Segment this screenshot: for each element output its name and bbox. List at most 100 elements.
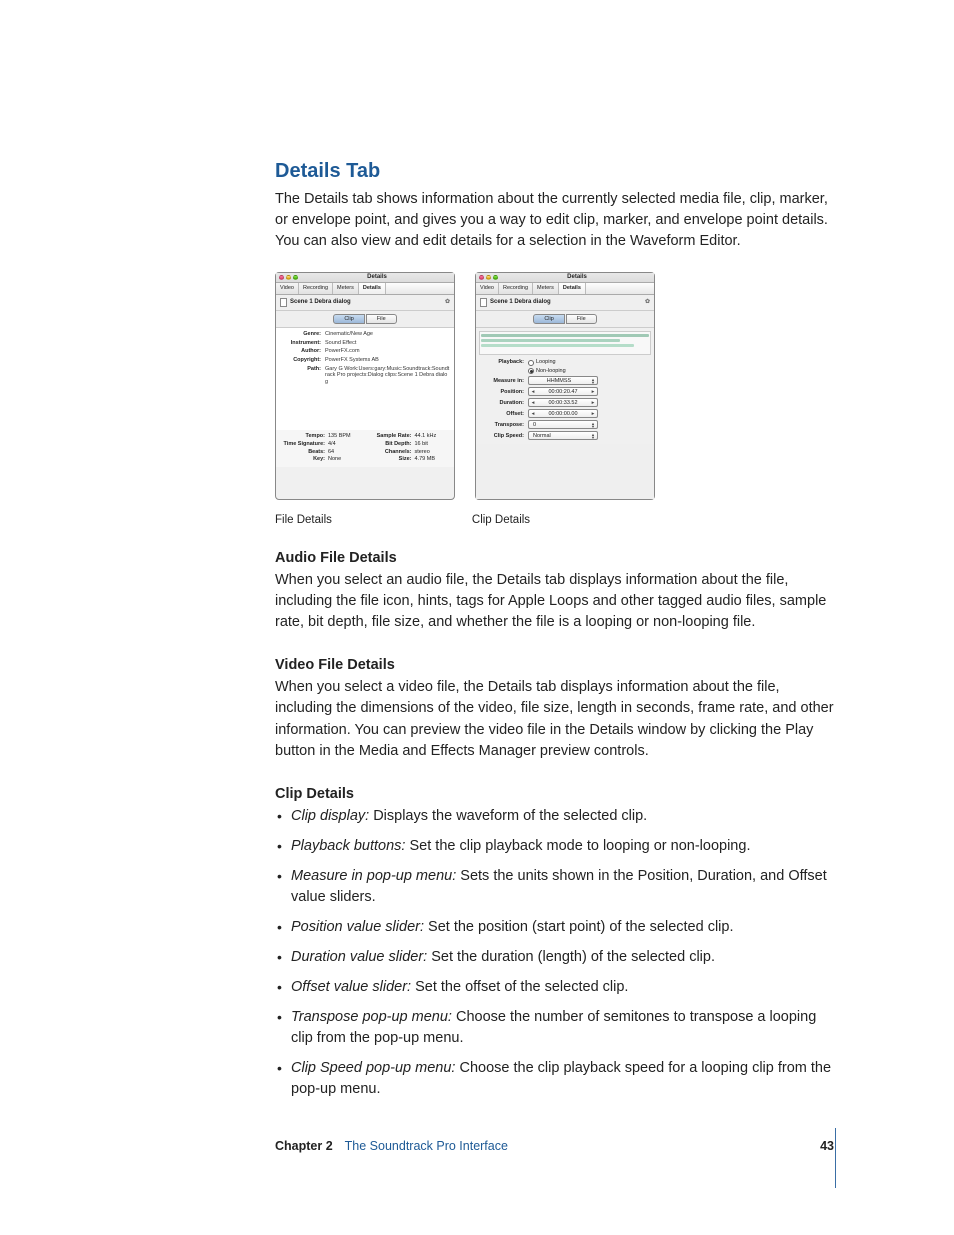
tab-recording[interactable]: Recording	[499, 283, 533, 294]
bullet-text: Set the clip playback mode to looping or…	[405, 838, 750, 854]
close-light-icon[interactable]	[279, 275, 284, 280]
right-arrow-icon[interactable]: ▸	[589, 411, 597, 418]
right-arrow-icon[interactable]: ▸	[589, 389, 597, 396]
list-item: Measure in pop-up menu: Sets the units s…	[275, 866, 834, 908]
page-footer: Chapter 2 The Soundtrack Pro Interface 4…	[275, 1139, 834, 1153]
measure-label: Measure in:	[480, 378, 528, 385]
updown-icon: ▴▾	[589, 433, 597, 439]
list-item: Playback buttons: Set the clip playback …	[275, 836, 834, 857]
instrument-value: Sound Effect	[325, 340, 450, 347]
clip-filename: Scene 1 Debra dialog	[490, 299, 551, 306]
bullet-text: Set the offset of the selected clip.	[411, 979, 628, 995]
duration-slider[interactable]: ◂00:00:33.52▸	[528, 398, 598, 407]
list-item: Clip Speed pop-up menu: Choose the clip …	[275, 1058, 834, 1100]
beats-value: 64	[328, 449, 334, 456]
bullet-term: Clip Speed pop-up menu:	[291, 1060, 455, 1076]
zoom-light-icon[interactable]	[493, 275, 498, 280]
list-item: Clip display: Displays the waveform of t…	[275, 806, 834, 827]
tab-meters[interactable]: Meters	[333, 283, 359, 294]
tempo-value: 135 BPM	[328, 433, 351, 440]
panel-titlebar: Details	[476, 273, 654, 283]
minimize-light-icon[interactable]	[486, 275, 491, 280]
looping-label: Looping	[536, 359, 556, 366]
timesignature-label: Time Signature:	[280, 441, 328, 448]
author-value: PowerFX.com	[325, 348, 450, 355]
offset-slider[interactable]: ◂00:00:00.00▸	[528, 409, 598, 418]
offset-label: Offset:	[480, 411, 528, 418]
key-label: Key:	[280, 456, 328, 463]
list-item: Offset value slider: Set the offset of t…	[275, 977, 834, 998]
gear-icon[interactable]: ✿	[445, 299, 450, 306]
panel-titlebar: Details	[276, 273, 454, 283]
zoom-light-icon[interactable]	[293, 275, 298, 280]
right-arrow-icon[interactable]: ▸	[589, 400, 597, 407]
chapter-label: Chapter 2	[275, 1139, 333, 1153]
left-arrow-icon[interactable]: ◂	[529, 400, 537, 407]
left-arrow-icon[interactable]: ◂	[529, 389, 537, 396]
bullet-term: Playback buttons:	[291, 838, 405, 854]
tempo-label: Tempo:	[280, 433, 328, 440]
page-number: 43	[820, 1139, 834, 1153]
key-value: None	[328, 456, 341, 463]
close-light-icon[interactable]	[479, 275, 484, 280]
bullet-text: Set the position (start point) of the se…	[424, 919, 734, 935]
panel-tabs: Video Recording Meters Details	[276, 283, 454, 295]
subtab-file[interactable]: File	[366, 314, 397, 325]
transpose-select[interactable]: 0▴▾	[528, 420, 598, 429]
nonlooping-radio[interactable]	[528, 368, 534, 374]
bullet-term: Duration value slider:	[291, 949, 427, 965]
looping-radio[interactable]	[528, 360, 534, 366]
clipspeed-value: Normal	[529, 433, 589, 440]
panel-title: Details	[500, 274, 654, 281]
caption-clip: Clip Details	[472, 514, 530, 526]
chapter-title: The Soundtrack Pro Interface	[345, 1139, 820, 1153]
file-panel-footer: Tempo:135 BPM Sample Rate:44.1 kHz Time …	[276, 430, 454, 466]
subtab-file[interactable]: File	[566, 314, 597, 325]
updown-icon: ▴▾	[589, 378, 597, 384]
offset-value: 00:00:00.00	[537, 411, 589, 418]
video-file-details-body: When you select a video file, the Detail…	[275, 677, 834, 761]
size-value: 4.79 MB	[415, 456, 435, 463]
measure-select[interactable]: HHMMSS▴▾	[528, 376, 598, 385]
position-slider[interactable]: ◂00:00:20.47▸	[528, 387, 598, 396]
samplerate-label: Sample Rate:	[367, 433, 415, 440]
clipspeed-label: Clip Speed:	[480, 433, 528, 440]
bullet-text: Displays the waveform of the selected cl…	[369, 808, 647, 824]
panel-title: Details	[300, 274, 454, 281]
bullet-text: Set the duration (length) of the selecte…	[427, 949, 715, 965]
document-icon	[280, 298, 287, 307]
tab-details[interactable]: Details	[559, 283, 586, 294]
left-arrow-icon[interactable]: ◂	[529, 411, 537, 418]
intro-paragraph: The Details tab shows information about …	[275, 189, 834, 252]
duration-value: 00:00:33.52	[537, 400, 589, 407]
bullet-term: Position value slider:	[291, 919, 424, 935]
clip-details-list: Clip display: Displays the waveform of t…	[275, 806, 834, 1100]
playback-label: Playback:	[480, 359, 528, 366]
path-value: Gary G Work:Users:gary:Music:Soundtrack:…	[325, 366, 450, 386]
position-label: Position:	[480, 389, 528, 396]
document-icon	[480, 298, 487, 307]
gear-icon[interactable]: ✿	[645, 299, 650, 306]
waveform-display	[479, 331, 651, 355]
measure-value: HHMMSS	[529, 378, 589, 385]
subtab-clip[interactable]: Clip	[333, 314, 364, 325]
tab-video[interactable]: Video	[476, 283, 499, 294]
position-value: 00:00:20.47	[537, 389, 589, 396]
clipspeed-select[interactable]: Normal▴▾	[528, 431, 598, 440]
tab-details[interactable]: Details	[359, 283, 386, 294]
minimize-light-icon[interactable]	[286, 275, 291, 280]
subtab-clip[interactable]: Clip	[533, 314, 564, 325]
samplerate-value: 44.1 kHz	[415, 433, 437, 440]
copyright-label: Copyright:	[280, 357, 325, 364]
bullet-term: Clip display:	[291, 808, 369, 824]
path-label: Path:	[280, 366, 325, 386]
tab-recording[interactable]: Recording	[299, 283, 333, 294]
caption-file: File Details	[275, 514, 332, 526]
clip-filename: Scene 1 Debra dialog	[290, 299, 351, 306]
list-item: Transpose pop-up menu: Choose the number…	[275, 1007, 834, 1049]
bitdepth-label: Bit Depth:	[367, 441, 415, 448]
bullet-term: Measure in pop-up menu:	[291, 868, 456, 884]
timesignature-value: 4/4	[328, 441, 336, 448]
tab-video[interactable]: Video	[276, 283, 299, 294]
tab-meters[interactable]: Meters	[533, 283, 559, 294]
